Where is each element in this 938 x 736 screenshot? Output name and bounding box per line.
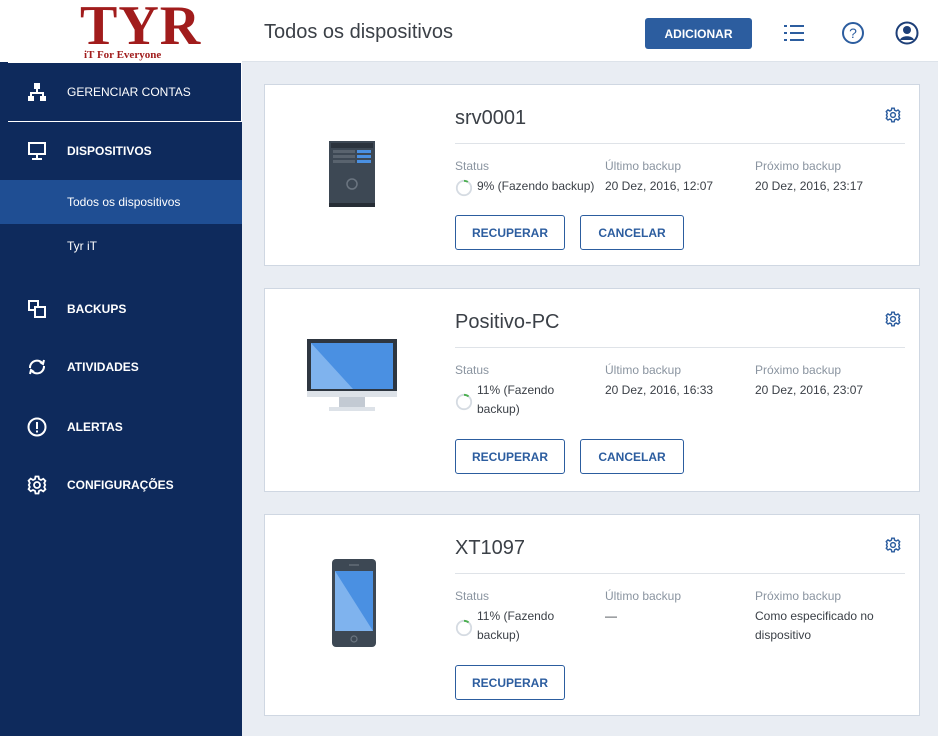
device-card: Positivo-PC Status 11% (Fazendo backup) … [264,288,920,492]
device-name[interactable]: XT1097 [455,537,525,560]
last-backup-value: — [605,609,617,623]
nav-alerts-label: ALERTAS [67,420,123,434]
card-divider [455,143,905,144]
status-line-1: 9% (Fazendo backup) [477,179,595,193]
svg-text:?: ? [849,25,857,41]
status-value: 11% (Fazendo backup) [477,607,554,645]
status-line-1: 11% (Fazendo [477,383,555,397]
nav-manage-accounts[interactable]: GERENCIAR CONTAS [8,62,242,122]
logo-tagline: iT For Everyone [84,49,162,61]
nav-manage-accounts-label: GERENCIAR CONTAS [67,85,191,99]
recover-button[interactable]: RECUPERAR [455,439,565,474]
nav-activities-label: ATIVIDADES [67,360,139,374]
last-backup-column: Último backup — [605,589,755,626]
device-name[interactable]: srv0001 [455,107,526,130]
phone-device-icon [332,559,376,652]
sidebar-item-all-devices[interactable]: Todos os dispositivos [0,180,242,224]
logo-text: TYR [80,0,202,57]
recover-button[interactable]: RECUPERAR [455,665,565,700]
status-line-1: 11% (Fazendo [477,609,555,623]
cancel-button[interactable]: CANCELAR [580,215,684,250]
last-backup-column: Último backup 20 Dez, 2016, 16:33 [605,363,755,400]
help-icon[interactable]: ? [840,20,866,46]
list-icon[interactable] [781,20,807,46]
next-backup-header: Próximo backup [755,363,842,377]
next-backup-column: Próximo backup Como especificado no disp… [755,589,915,645]
status-line-2: backup) [477,628,520,642]
next-backup-header: Próximo backup [755,589,842,603]
status-value: 9% (Fazendo backup) [477,177,594,196]
nav-backups[interactable]: BACKUPS [0,280,242,338]
progress-spinner-icon [455,619,473,637]
device-card: srv0001 Status 9% (Fazendo backup) Últim… [264,84,920,266]
last-backup-header: Último backup [605,363,682,377]
status-column: Status 11% (Fazendo backup) [455,363,605,419]
next-backup-column: Próximo backup 20 Dez, 2016, 23:07 [755,363,905,400]
device-settings-gear-icon[interactable] [885,311,901,332]
next-backup-line-2: dispositivo [755,628,812,642]
account-icon[interactable] [894,20,920,46]
last-backup-value: 20 Dez, 2016, 16:33 [605,383,714,397]
device-settings-gear-icon[interactable] [885,537,901,558]
status-line-2: backup) [477,402,520,416]
next-backup-column: Próximo backup 20 Dez, 2016, 23:17 [755,159,905,196]
status-column: Status 11% (Fazendo backup) [455,589,605,645]
progress-spinner-icon [455,393,473,411]
logo-area: TYR iT For Everyone [0,0,242,62]
progress-spinner-icon [455,179,473,197]
last-backup-value: 20 Dez, 2016, 12:07 [605,179,714,193]
nav-devices[interactable]: DISPOSITIVOS [0,122,242,180]
next-backup-value: Como especificado no dispositivo [755,607,915,645]
tyr-logo[interactable]: TYR iT For Everyone [80,0,210,61]
sync-icon [22,357,52,377]
alert-icon [22,417,52,437]
top-bar: Todos os dispositivos ADICIONAR ? [242,0,938,62]
page-title: Todos os dispositivos [264,21,453,43]
monitor-device-icon [307,339,397,420]
hierarchy-icon [22,82,52,102]
nav-activities[interactable]: ATIVIDADES [0,338,242,396]
sidebar: GERENCIAR CONTAS DISPOSITIVOS Todos os d… [0,62,242,736]
nav-alerts[interactable]: ALERTAS [0,398,242,456]
app-window: TYR iT For Everyone Todos os dispositivo… [0,0,938,736]
device-settings-gear-icon[interactable] [885,107,901,128]
next-backup-value: 20 Dez, 2016, 23:07 [755,383,864,397]
next-backup-line-1: Como especificado no [755,609,874,623]
status-value: 11% (Fazendo backup) [477,381,554,419]
status-header: Status [455,363,490,377]
server-icon [329,141,375,212]
last-backup-header: Último backup [605,159,682,173]
status-column: Status 9% (Fazendo backup) [455,159,615,197]
nav-devices-label: DISPOSITIVOS [67,144,152,158]
card-divider [455,573,905,574]
nav-settings[interactable]: CONFIGURAÇÕES [0,456,242,514]
card-divider [455,347,905,348]
add-button[interactable]: ADICIONAR [645,18,752,49]
device-name[interactable]: Positivo-PC [455,311,559,334]
last-backup-header: Último backup [605,589,682,603]
monitor-icon [22,141,52,161]
devices-list: srv0001 Status 9% (Fazendo backup) Últim… [242,62,938,736]
next-backup-header: Próximo backup [755,159,842,173]
device-card: XT1097 Status 11% (Fazendo backup) Últim… [264,514,920,716]
recover-button[interactable]: RECUPERAR [455,215,565,250]
nav-settings-label: CONFIGURAÇÕES [67,478,174,492]
last-backup-column: Último backup 20 Dez, 2016, 12:07 [605,159,755,196]
status-header: Status [455,589,490,603]
nav-backups-label: BACKUPS [67,302,127,316]
copy-icon [22,299,52,319]
next-backup-value: 20 Dez, 2016, 23:17 [755,179,864,193]
sidebar-item-tyr-it[interactable]: Tyr iT [0,224,242,268]
status-header: Status [455,159,490,173]
gear-icon [22,475,52,495]
cancel-button[interactable]: CANCELAR [580,439,684,474]
